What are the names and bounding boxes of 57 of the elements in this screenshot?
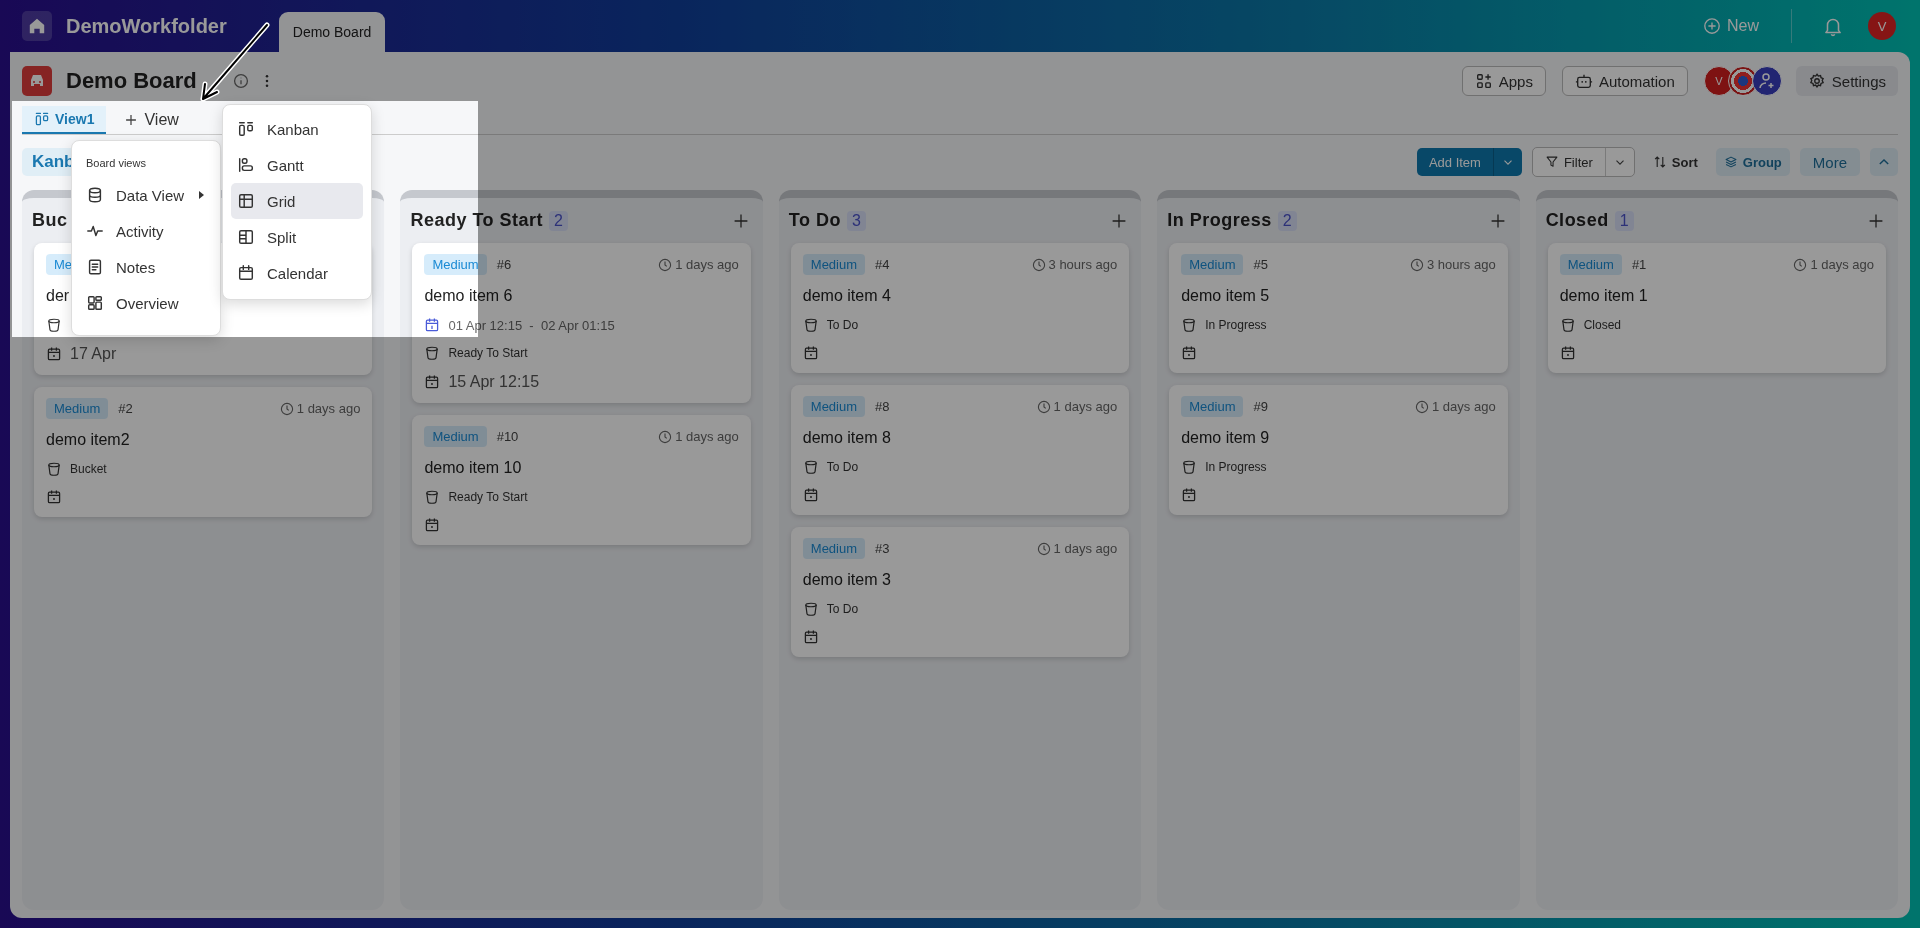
- bucket-label: Bucket: [70, 462, 107, 476]
- item-count: 1: [1614, 210, 1634, 231]
- bucket-label: Ready To Start: [448, 490, 528, 504]
- item-number: #2: [118, 401, 133, 416]
- item-number: #4: [875, 257, 890, 272]
- priority-tag: Medium: [802, 254, 866, 275]
- item-age: 1 days ago: [675, 257, 739, 272]
- item-title: demo item 9: [1181, 429, 1270, 447]
- due-date: 17 Apr: [70, 345, 117, 363]
- bucket-label: To Do: [826, 460, 859, 474]
- priority-tag: Medium: [424, 426, 487, 447]
- priority-tag: Medium: [424, 254, 487, 275]
- item-age: 1 days ago: [675, 429, 739, 444]
- bucket-label: In Progress: [1205, 318, 1267, 332]
- item-number: #1: [1631, 257, 1647, 272]
- item-age: 1 days ago: [296, 401, 361, 416]
- item-number: #6: [496, 257, 512, 272]
- priority-tag: Medium: [46, 398, 109, 419]
- bucket-label: Ready To Start: [448, 346, 528, 360]
- item-title: demo item 8: [802, 429, 891, 447]
- column-title: To Do: [788, 210, 841, 231]
- due-date: 15 Apr 12:15: [448, 373, 540, 391]
- column-title: Buc: [32, 210, 68, 231]
- item-title: demo item 5: [1181, 287, 1270, 305]
- item-number: #3: [875, 541, 890, 556]
- item-title: demo item 3: [802, 571, 891, 589]
- item-number: #10: [496, 429, 519, 444]
- priority-tag: Medium: [1559, 254, 1622, 275]
- priority-tag: Medium: [802, 538, 866, 559]
- bucket-label: In Progress: [1205, 460, 1267, 474]
- column-title: Closed: [1545, 210, 1609, 231]
- board-title: Demo Board: [66, 68, 197, 94]
- item-title: demo item 10: [424, 459, 522, 477]
- bucket-label: To Do: [826, 602, 859, 616]
- item-age: 1 days ago: [1432, 399, 1496, 414]
- item-age: 3 hours ago: [1426, 257, 1496, 272]
- priority-tag: Medium: [1181, 254, 1244, 275]
- menu-heading: Board views: [85, 156, 147, 171]
- item-title: demo item2: [46, 431, 130, 449]
- item-count: 2: [1277, 210, 1297, 231]
- item-title: demo item 4: [802, 287, 891, 305]
- item-count: 2: [549, 210, 568, 231]
- item-age: 1 days ago: [1810, 257, 1875, 272]
- item-title: der: [46, 287, 70, 305]
- item-number: #5: [1253, 257, 1268, 272]
- bucket-label: Closed: [1583, 318, 1621, 332]
- item-count: 3: [846, 210, 866, 231]
- item-age: 3 hours ago: [1048, 257, 1118, 272]
- item-age: 1 days ago: [1053, 399, 1118, 414]
- bucket-label: To Do: [826, 318, 859, 332]
- priority-tag: Medium: [802, 396, 866, 417]
- column-title: In Progress: [1167, 210, 1272, 231]
- item-number: #8: [875, 399, 890, 414]
- priority-tag: Medium: [1181, 396, 1244, 417]
- item-age: 1 days ago: [1053, 541, 1118, 556]
- item-number: #9: [1253, 399, 1268, 414]
- item-title: demo item 1: [1559, 287, 1648, 305]
